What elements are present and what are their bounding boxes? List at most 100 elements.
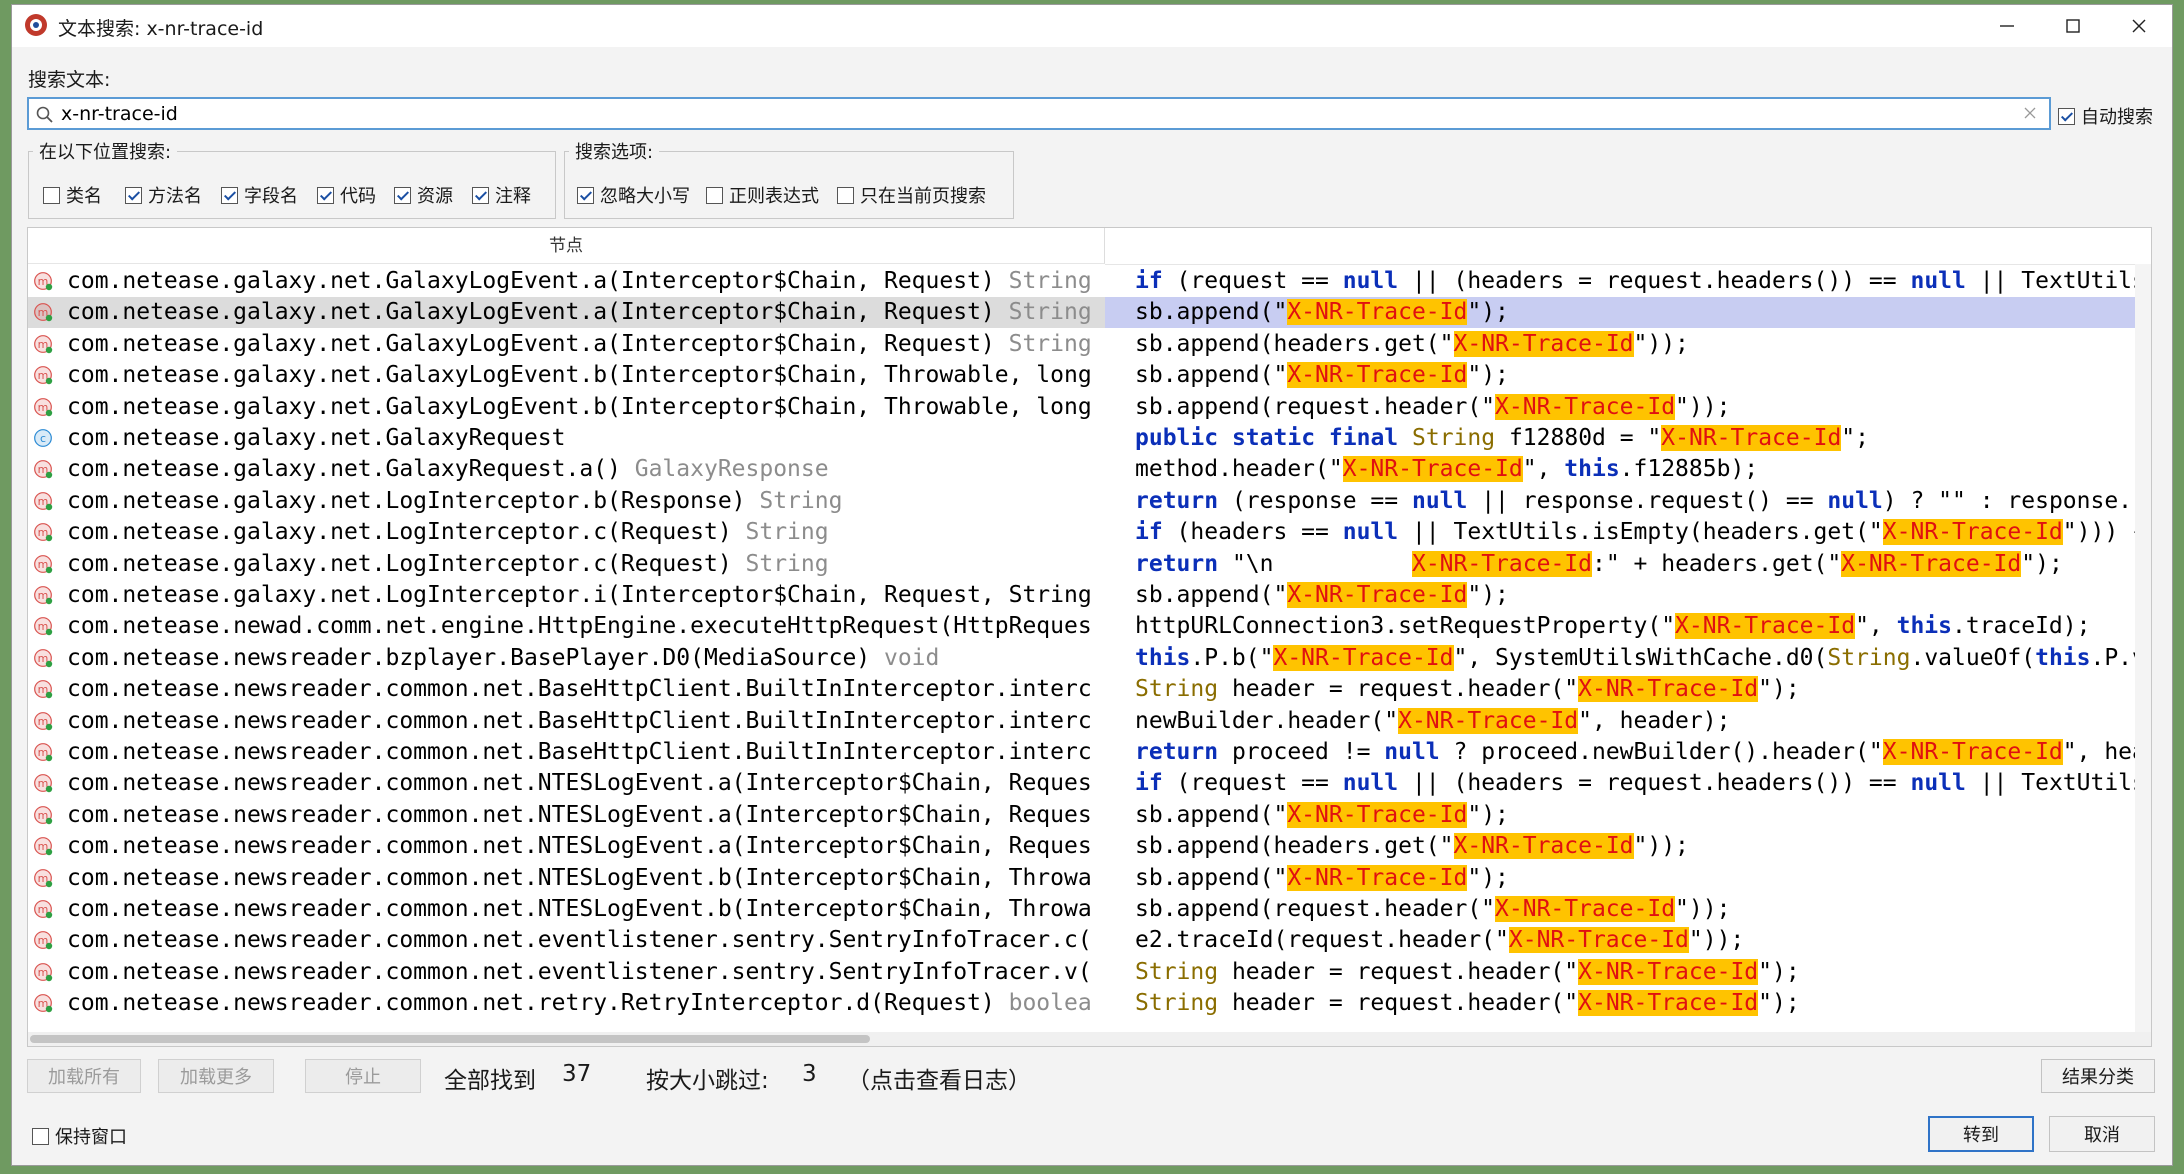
node-cell[interactable]: m com.netease.newsreader.common.net.BaseH…: [28, 674, 1105, 705]
results-table[interactable]: 节点 m com.netease.galaxy.net.GalaxyLogEven…: [27, 227, 2152, 1047]
table-row[interactable]: m com.netease.newsreader.common.net.NTESL…: [28, 800, 2151, 831]
code-cell[interactable]: if (request == null || (headers = reques…: [1105, 768, 2151, 799]
node-cell[interactable]: m com.netease.galaxy.net.GalaxyLogEvent.b…: [28, 392, 1105, 423]
maximize-button[interactable]: [2039, 5, 2107, 47]
code-cell[interactable]: String header = request.header("X-NR-Tra…: [1105, 988, 2151, 1019]
table-row[interactable]: c com.netease.galaxy.net.GalaxyRequest pub…: [28, 423, 2151, 454]
checkbox-icon[interactable]: [43, 186, 60, 204]
node-cell[interactable]: m com.netease.newsreader.common.net.NTESL…: [28, 863, 1105, 894]
option-ignore-case[interactable]: 忽略大小写: [577, 182, 690, 208]
node-cell[interactable]: m com.netease.newsreader.common.net.BaseH…: [28, 737, 1105, 768]
checkbox-icon[interactable]: [472, 186, 489, 204]
table-row[interactable]: m com.netease.newsreader.common.net.BaseH…: [28, 674, 2151, 705]
table-row[interactable]: m com.netease.galaxy.net.GalaxyLogEvent.a…: [28, 329, 2151, 360]
node-cell[interactable]: m com.netease.galaxy.net.GalaxyRequest.a(…: [28, 454, 1105, 485]
code-cell[interactable]: if (headers == null || TextUtils.isEmpty…: [1105, 517, 2151, 548]
code-cell[interactable]: httpURLConnection3.setRequestProperty("X…: [1105, 611, 2151, 642]
code-cell[interactable]: sb.append(request.header("X-NR-Trace-Id"…: [1105, 894, 2151, 925]
node-cell[interactable]: m com.netease.newsreader.common.net.retry…: [28, 988, 1105, 1019]
search-input[interactable]: [61, 101, 2011, 126]
code-cell[interactable]: String header = request.header("X-NR-Tra…: [1105, 674, 2151, 705]
node-cell[interactable]: m com.netease.galaxy.net.GalaxyLogEvent.a…: [28, 329, 1105, 360]
checkbox-icon[interactable]: [577, 186, 594, 204]
node-cell[interactable]: m com.netease.galaxy.net.LogInterceptor.b…: [28, 486, 1105, 517]
code-cell[interactable]: sb.append("X-NR-Trace-Id");: [1105, 580, 2151, 611]
auto-search-check-icon[interactable]: [2058, 107, 2075, 125]
node-cell[interactable]: m com.netease.galaxy.net.LogInterceptor.c…: [28, 549, 1105, 580]
table-row[interactable]: m com.netease.newsreader.common.net.retry…: [28, 988, 2151, 1019]
node-cell[interactable]: m com.netease.galaxy.net.LogInterceptor.c…: [28, 517, 1105, 548]
table-row[interactable]: m com.netease.newsreader.common.net.NTESL…: [28, 768, 2151, 799]
option-field-name[interactable]: 字段名: [221, 182, 298, 208]
table-row[interactable]: m com.netease.galaxy.net.GalaxyLogEvent.a…: [28, 297, 2151, 329]
keep-window-checkbox[interactable]: 保持窗口: [32, 1123, 127, 1149]
node-cell[interactable]: m com.netease.galaxy.net.GalaxyLogEvent.a…: [28, 266, 1105, 297]
vertical-scrollbar[interactable]: [2135, 264, 2151, 1032]
table-row[interactable]: m com.netease.galaxy.net.GalaxyRequest.a(…: [28, 454, 2151, 485]
code-cell[interactable]: method.header("X-NR-Trace-Id", this.f128…: [1105, 454, 2151, 485]
table-row[interactable]: m com.netease.newsreader.common.net.NTESL…: [28, 894, 2151, 925]
node-cell[interactable]: m com.netease.newsreader.common.net.NTESL…: [28, 894, 1105, 925]
table-row[interactable]: m com.netease.newsreader.common.net.NTESL…: [28, 863, 2151, 894]
clear-icon[interactable]: [2023, 106, 2037, 120]
code-cell[interactable]: this.P.b("X-NR-Trace-Id", SystemUtilsWit…: [1105, 643, 2151, 674]
table-row[interactable]: m com.netease.galaxy.net.LogInterceptor.c…: [28, 549, 2151, 580]
auto-search-checkbox[interactable]: 自动搜索: [2058, 103, 2153, 129]
checkbox-icon[interactable]: [837, 186, 854, 204]
table-row[interactable]: m com.netease.galaxy.net.GalaxyLogEvent.a…: [28, 266, 2151, 297]
table-row[interactable]: m com.netease.newad.comm.net.engine.HttpE…: [28, 611, 2151, 642]
node-cell[interactable]: c com.netease.galaxy.net.GalaxyRequest: [28, 423, 1105, 454]
horizontal-scrollbar[interactable]: [28, 1032, 2151, 1046]
column-header-code[interactable]: [1105, 228, 2151, 265]
table-row[interactable]: m com.netease.galaxy.net.GalaxyLogEvent.b…: [28, 392, 2151, 423]
column-header-node[interactable]: 节点: [28, 228, 1105, 264]
search-field[interactable]: [27, 97, 2051, 130]
code-cell[interactable]: sb.append("X-NR-Trace-Id");: [1105, 863, 2151, 894]
minimize-button[interactable]: [1973, 5, 2041, 47]
node-cell[interactable]: m com.netease.newsreader.common.net.event…: [28, 957, 1105, 988]
option-method-name[interactable]: 方法名: [125, 182, 202, 208]
code-cell[interactable]: e2.traceId(request.header("X-NR-Trace-Id…: [1105, 925, 2151, 956]
keep-window-check-icon[interactable]: [32, 1127, 49, 1145]
code-cell[interactable]: String header = request.header("X-NR-Tra…: [1105, 957, 2151, 988]
group-results-button[interactable]: 结果分类: [2041, 1059, 2155, 1093]
node-cell[interactable]: m com.netease.newsreader.common.net.NTESL…: [28, 768, 1105, 799]
node-cell[interactable]: m com.netease.galaxy.net.GalaxyLogEvent.a…: [28, 297, 1105, 328]
view-log-link[interactable]: （点击查看日志）: [847, 1061, 1031, 1095]
code-cell[interactable]: return (response == null || response.req…: [1105, 486, 2151, 517]
table-row[interactable]: m com.netease.newsreader.common.net.BaseH…: [28, 737, 2151, 768]
checkbox-icon[interactable]: [125, 186, 142, 204]
goto-button[interactable]: 转到: [1928, 1116, 2034, 1152]
checkbox-icon[interactable]: [706, 186, 723, 204]
table-row[interactable]: m com.netease.galaxy.net.LogInterceptor.i…: [28, 580, 2151, 611]
node-cell[interactable]: m com.netease.galaxy.net.LogInterceptor.i…: [28, 580, 1105, 611]
table-row[interactable]: m com.netease.newsreader.common.net.event…: [28, 957, 2151, 988]
option-current-page[interactable]: 只在当前页搜索: [837, 182, 986, 208]
option-resources[interactable]: 资源: [394, 182, 453, 208]
table-row[interactable]: m com.netease.newsreader.common.net.event…: [28, 925, 2151, 956]
load-all-button[interactable]: 加载所有: [27, 1059, 141, 1093]
table-row[interactable]: m com.netease.galaxy.net.LogInterceptor.c…: [28, 517, 2151, 548]
code-cell[interactable]: sb.append("X-NR-Trace-Id");: [1105, 800, 2151, 831]
node-cell[interactable]: m com.netease.newad.comm.net.engine.HttpE…: [28, 611, 1105, 642]
node-cell[interactable]: m com.netease.newsreader.common.net.NTESL…: [28, 831, 1105, 862]
table-row[interactable]: m com.netease.newsreader.common.net.NTESL…: [28, 831, 2151, 862]
option-regex[interactable]: 正则表达式: [706, 182, 819, 208]
option-class-name[interactable]: 类名: [43, 182, 102, 208]
code-cell[interactable]: sb.append("X-NR-Trace-Id");: [1105, 297, 2151, 329]
load-more-button[interactable]: 加载更多: [158, 1059, 274, 1093]
option-comments[interactable]: 注释: [472, 182, 531, 208]
checkbox-icon[interactable]: [317, 186, 334, 204]
table-row[interactable]: m com.netease.galaxy.net.LogInterceptor.b…: [28, 486, 2151, 517]
option-code[interactable]: 代码: [317, 182, 376, 208]
code-cell[interactable]: return "\n X-NR-Trace-Id:" + headers.get…: [1105, 549, 2151, 580]
table-row[interactable]: m com.netease.galaxy.net.GalaxyLogEvent.b…: [28, 360, 2151, 391]
stop-button[interactable]: 停止: [305, 1059, 421, 1093]
node-cell[interactable]: m com.netease.newsreader.common.net.BaseH…: [28, 706, 1105, 737]
node-cell[interactable]: m com.netease.newsreader.common.net.NTESL…: [28, 800, 1105, 831]
node-cell[interactable]: m com.netease.newsreader.bzplayer.BasePla…: [28, 643, 1105, 674]
code-cell[interactable]: sb.append(headers.get("X-NR-Trace-Id"));: [1105, 329, 2151, 360]
scrollbar-thumb[interactable]: [30, 1035, 870, 1043]
code-cell[interactable]: sb.append(request.header("X-NR-Trace-Id"…: [1105, 392, 2151, 423]
checkbox-icon[interactable]: [394, 186, 411, 204]
